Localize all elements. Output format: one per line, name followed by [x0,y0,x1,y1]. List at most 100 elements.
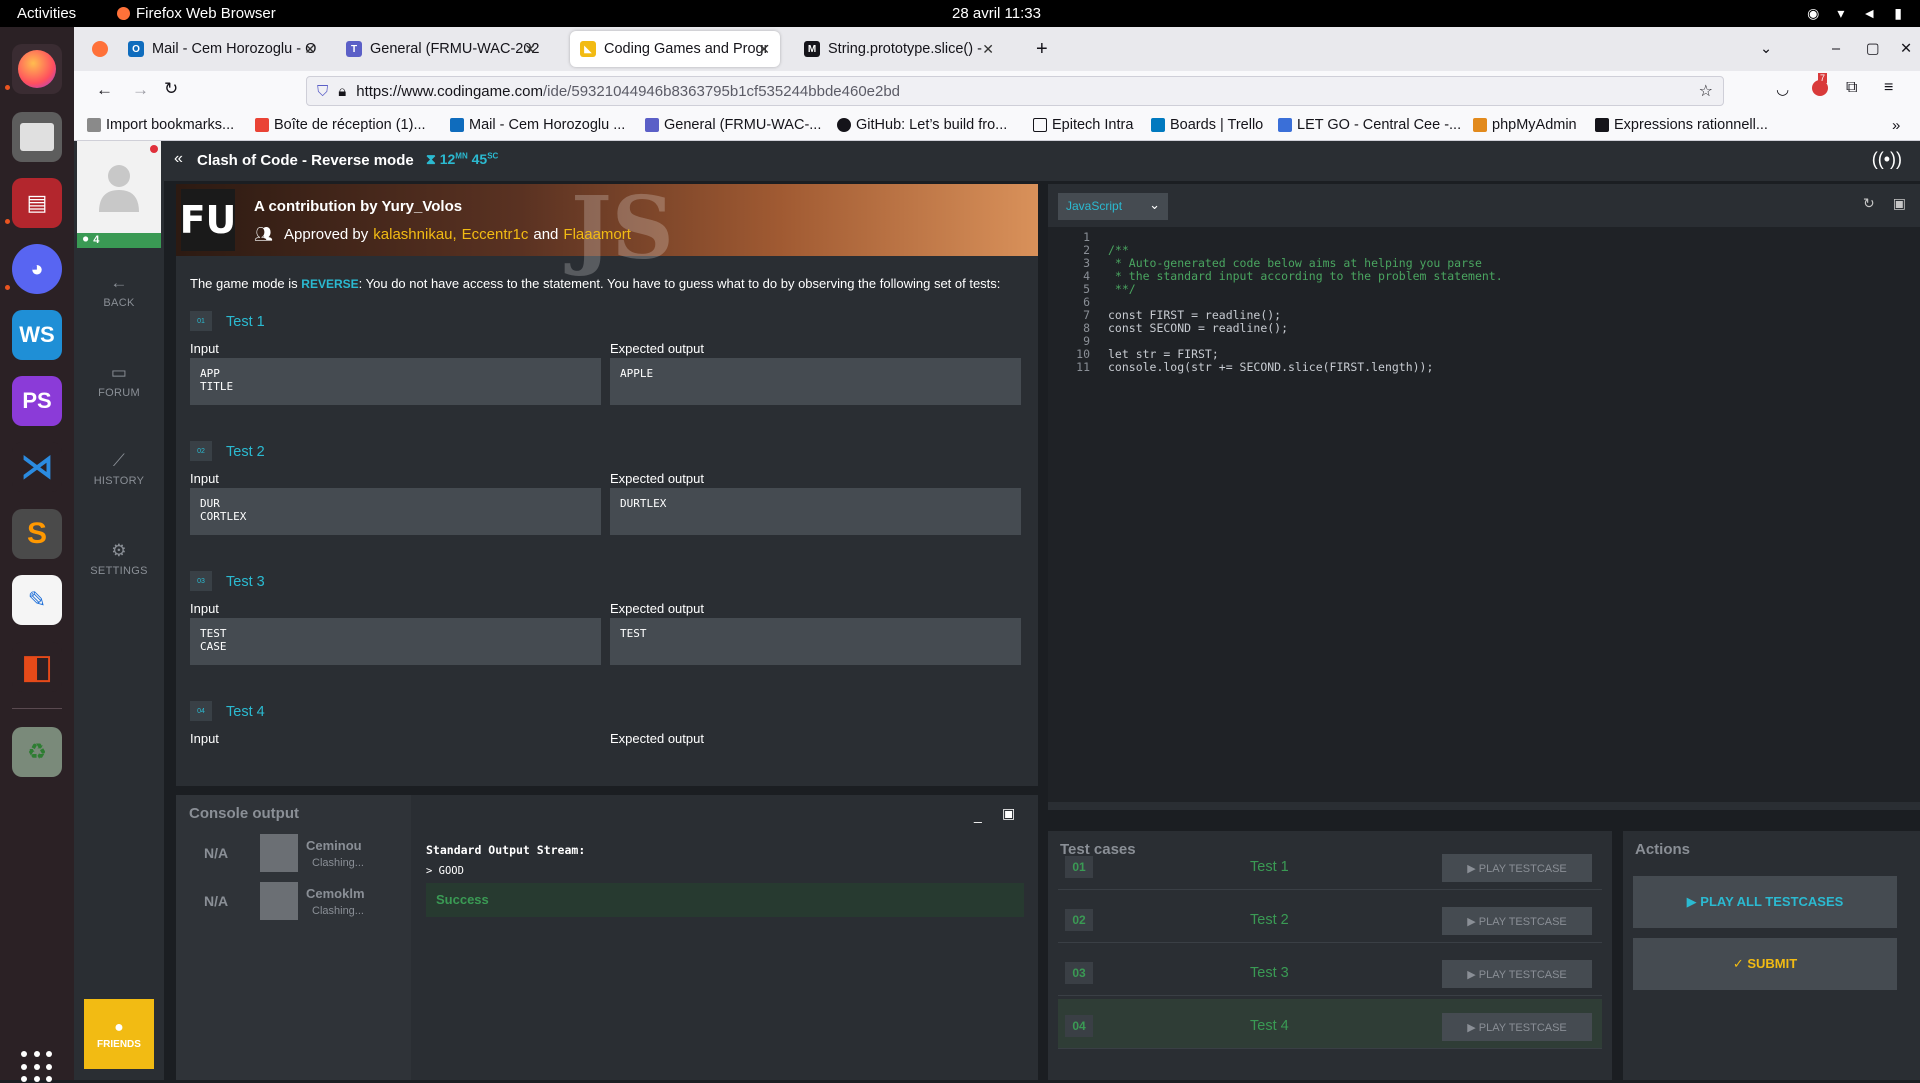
tab-mail[interactable]: O Mail - Cem Horozoglu - O ✕ [118,31,326,67]
bookmark-item[interactable]: Boîte de réception (1)... [255,117,426,133]
language-select[interactable]: JavaScript ⌄ [1058,193,1168,220]
bookmark-item[interactable]: Expressions rationnell... [1595,117,1768,133]
player-row[interactable]: N/A Ceminou Clashing... [204,833,364,873]
back-arrow-icon[interactable]: ← [96,80,113,100]
minimize-console-icon[interactable]: _ [974,807,982,823]
bookmark-item[interactable]: Import bookmarks... [87,117,234,133]
office-dock-icon[interactable]: ◧ [12,642,62,692]
bookmark-item[interactable]: phpMyAdmin [1473,117,1577,133]
sidebar-item-settings[interactable]: ⚙ SETTINGS [74,541,164,577]
close-tab-icon[interactable]: ✕ [758,41,770,58]
pocket-icon[interactable]: ◡ [1776,80,1789,98]
bookmark-item[interactable]: Epitech Intra [1033,117,1133,133]
maximize-window-button[interactable]: ▢ [1856,31,1886,67]
sidebar-item-back[interactable]: ← BACK [74,273,164,309]
approver-link[interactable]: Flaaamort [563,226,631,243]
show-apps-icon[interactable] [21,1051,53,1083]
fullscreen-icon[interactable]: ▣ [1893,195,1906,212]
avatar[interactable] [77,141,161,233]
chevron-down-icon: ⌄ [1149,197,1160,212]
test-example: 01 Test 1 Input Expected output APP TITL… [190,311,1021,423]
rules-suffix: : You do not have access to the statemen… [358,276,1001,291]
sublime-dock-icon[interactable]: S [12,509,62,559]
play-testcase-button[interactable]: ▶ PLAY TESTCASE [1442,907,1592,935]
app-menu[interactable]: Firefox Web Browser [117,5,276,22]
testcase-row-selected[interactable]: 04 Test 4 ▶ PLAY TESTCASE [1058,999,1602,1049]
reload-icon[interactable]: ↻ [164,79,178,99]
bookmark-item[interactable]: General (FRMU-WAC-... [645,117,821,133]
source-code[interactable]: /** * Auto-generated code below aims at … [1108,231,1503,413]
bookmark-star-icon[interactable]: ☆ [1699,81,1713,101]
close-tab-icon[interactable]: ✕ [982,41,994,58]
close-tab-icon[interactable]: ✕ [304,41,316,58]
adblock-icon[interactable]: 7 [1812,73,1828,96]
more-bookmarks-chevron-icon[interactable]: » [1892,117,1900,134]
maximize-console-icon[interactable]: ▣ [1002,805,1015,822]
tab-codingame[interactable]: ◣ Coding Games and Progr ✕ [570,31,780,67]
text-editor-dock-icon[interactable]: ✎ [12,575,62,625]
test-example: 03 Test 3 Input Expected output TEST CAS… [190,571,1021,683]
system-tray[interactable]: ◉ ▾ ◄ ▮ [1807,5,1902,22]
reset-code-icon[interactable]: ↻ [1863,195,1875,212]
clock[interactable]: 28 avril 11:33 [952,5,1041,22]
url-bar[interactable]: ⛉ 🔒︎ https://www.codingame.com/ide/59321… [306,76,1724,106]
mdn-icon: M [804,41,820,57]
double-chevron-left-icon[interactable]: « [174,150,183,168]
new-tab-button[interactable]: + [1026,31,1060,67]
play-testcase-button[interactable]: ▶ PLAY TESTCASE [1442,1013,1592,1041]
approver-link[interactable]: Eccentr1c [462,226,529,243]
discord-dock-icon[interactable]: ◕ [12,244,62,294]
broadcast-icon[interactable]: ((•)) [1872,149,1902,170]
vscode-dock-icon[interactable]: ⋊ [12,442,62,492]
terminal-dock-icon[interactable]: ▤ [12,178,62,228]
list-tabs-chevron-icon[interactable]: ⌄ [1750,31,1780,67]
tab-mdn[interactable]: M String.prototype.slice() - ✕ [794,31,1004,67]
bookmark-item[interactable]: Boards | Trello [1151,117,1263,133]
submit-button[interactable]: ✓ SUBMIT [1633,938,1897,990]
tracking-shield-icon[interactable]: ⛉ [317,83,328,100]
player-avatar [260,834,298,872]
webstorm-dock-icon[interactable]: WS [12,310,62,360]
files-dock-icon[interactable] [12,112,62,162]
forward-arrow-icon[interactable]: → [132,80,149,100]
close-tab-icon[interactable]: ✕ [524,41,536,58]
play-testcase-button[interactable]: ▶ PLAY TESTCASE [1442,960,1592,988]
phpstorm-dock-icon[interactable]: PS [12,376,62,426]
level-value: 4 [93,234,100,246]
testcase-name: Test 1 [1250,859,1289,875]
player-row[interactable]: N/A Cemoklm Clashing... [204,881,365,921]
code-line: console.log(str += SECOND.slice(FIRST.le… [1108,360,1434,374]
output-label: Expected output [610,471,704,486]
close-window-button[interactable]: ✕ [1890,31,1920,67]
bookmark-item[interactable]: Mail - Cem Horozoglu ... [450,117,625,133]
testcase-row[interactable]: 03 Test 3 ▶ PLAY TESTCASE [1058,946,1602,996]
tab-teams[interactable]: T General (FRMU-WAC-202 ✕ [336,31,546,67]
trash-dock-icon[interactable]: ♻ [12,727,62,777]
firefox-icon [117,7,130,20]
minimize-window-button[interactable]: – [1822,31,1852,67]
bookmark-item[interactable]: GitHub: Let’s build fro... [837,117,1007,133]
testcase-row[interactable]: 01 Test 1 ▶ PLAY TESTCASE [1058,840,1602,890]
activities-button[interactable]: Activities [17,5,76,22]
firefox-dock-icon[interactable] [12,44,62,94]
sidebar-item-history[interactable]: ⟋ HISTORY [74,451,164,487]
code-area[interactable]: 1 2 3 4 5 6 7 8 9 10 11 /** * Auto-gener… [1048,227,1920,802]
line-numbers: 1 2 3 4 5 6 7 8 9 10 11 [1076,230,1090,374]
testcase-number: 01 [1065,856,1093,878]
menu-icon[interactable]: ≡ [1884,79,1893,97]
firefox-view-button[interactable] [82,31,110,67]
lock-icon[interactable]: 🔒︎ [338,83,346,100]
navigation-toolbar: ← → ↻ ⛉ 🔒︎ https://www.codingame.com/ide… [74,71,1920,111]
friends-button[interactable]: ● FRIENDS [84,999,154,1069]
approver-conjunction: and [533,225,559,243]
testcase-name: Test 2 [1250,912,1289,928]
play-all-testcases-button[interactable]: ▶ PLAY ALL TESTCASES [1633,876,1897,928]
extensions-icon[interactable]: ⧉ [1846,79,1857,97]
approver-link[interactable]: kalashnikau, [373,226,456,243]
bookmark-item[interactable]: LET GO - Central Cee -... [1278,117,1461,133]
play-testcase-button[interactable]: ▶ PLAY TESTCASE [1442,854,1592,882]
testcase-row[interactable]: 02 Test 2 ▶ PLAY TESTCASE [1058,893,1602,943]
sidebar-item-forum[interactable]: ▭ FORUM [74,363,164,399]
wifi-icon: ▾ [1837,5,1845,21]
epitech-icon [1033,118,1047,132]
